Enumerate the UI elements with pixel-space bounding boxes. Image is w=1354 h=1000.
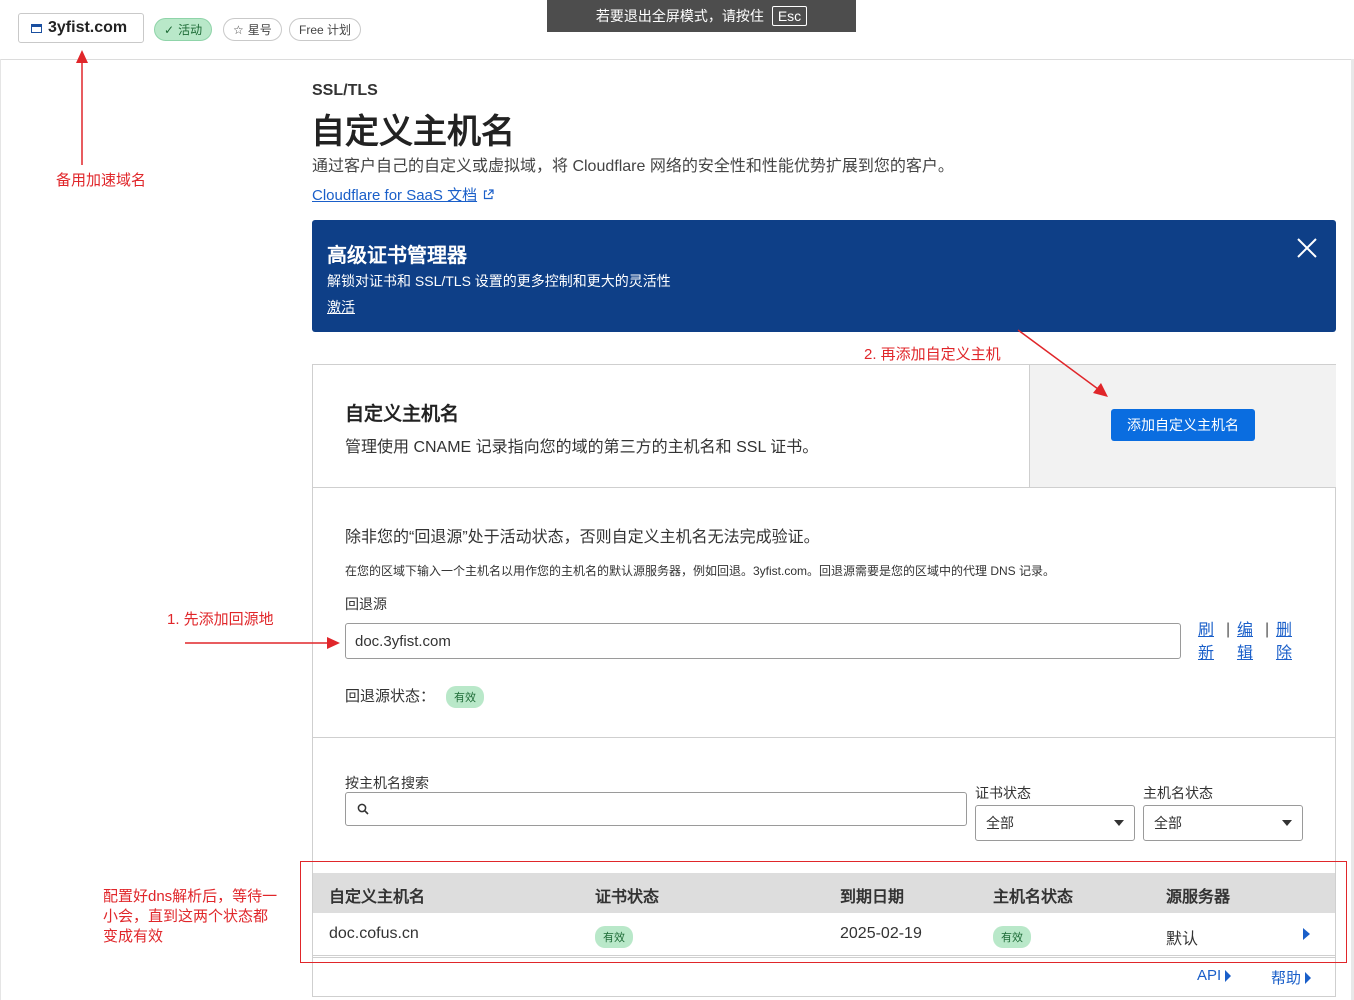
annotation-arrows — [76, 50, 1108, 649]
